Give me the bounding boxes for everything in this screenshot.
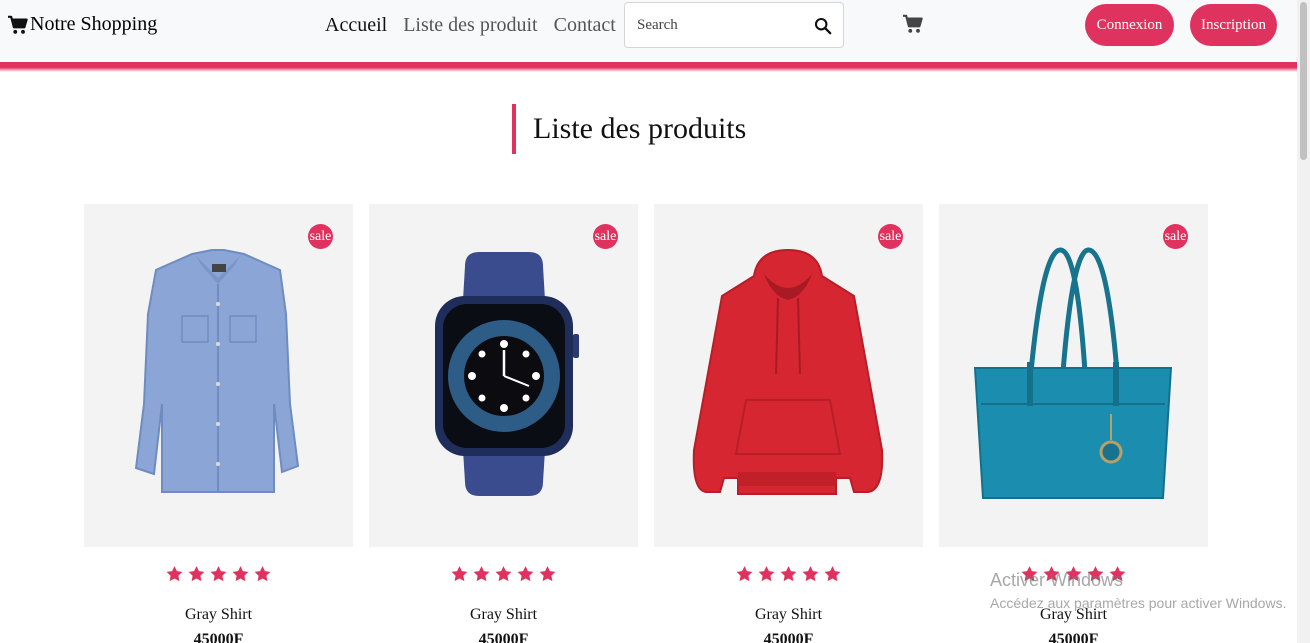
star-icon	[736, 566, 753, 582]
star-icon	[824, 566, 841, 582]
navbar: Notre Shopping Accueil Liste des produit…	[0, 0, 1297, 62]
nav-link-contact[interactable]: Contact	[554, 14, 616, 37]
star-rating	[654, 565, 923, 583]
teal-handbag-image	[973, 247, 1173, 499]
search-box	[624, 2, 844, 48]
product-name[interactable]: Gray Shirt	[369, 606, 638, 624]
product-card[interactable]: sale Gray Shirt 45000F	[84, 204, 353, 643]
product-image-box[interactable]: sale	[939, 204, 1208, 547]
smart-watch-image	[435, 252, 579, 496]
search-icon[interactable]	[814, 17, 832, 35]
star-icon	[254, 566, 271, 582]
search-input[interactable]	[637, 15, 807, 35]
blue-shirt-image	[134, 249, 300, 493]
nav-link-accueil[interactable]: Accueil	[325, 14, 387, 37]
star-rating	[369, 565, 638, 583]
scrollbar-thumb[interactable]	[1300, 2, 1307, 160]
brand-link[interactable]: Notre Shopping	[7, 13, 157, 36]
sale-badge: sale	[593, 224, 618, 249]
windows-activation-subtitle: Accédez aux paramètres pour activer Wind…	[990, 595, 1287, 611]
product-image-box[interactable]: sale	[369, 204, 638, 547]
product-card[interactable]: sale Gray Shirt 45000F	[369, 204, 638, 643]
star-icon	[758, 566, 775, 582]
login-button[interactable]: Connexion	[1085, 4, 1174, 46]
star-icon	[166, 566, 183, 582]
product-price: 45000F	[763, 631, 814, 643]
product-price: 45000F	[1048, 631, 1099, 643]
windows-activation-title: Activer Windows	[990, 570, 1124, 590]
product-price: 45000F	[193, 631, 244, 643]
star-icon	[210, 566, 227, 582]
nav-links: Accueil Liste des produit Contact	[325, 14, 616, 37]
nav-link-liste-des-produit[interactable]: Liste des produit	[403, 14, 537, 37]
product-image-box[interactable]: sale	[654, 204, 923, 547]
shopping-cart-icon[interactable]	[902, 14, 924, 34]
star-icon	[188, 566, 205, 582]
sale-badge: sale	[1163, 224, 1188, 249]
star-icon	[780, 566, 797, 582]
star-icon	[495, 566, 512, 582]
product-card[interactable]: sale Gray Shirt 45000F	[654, 204, 923, 643]
star-icon	[802, 566, 819, 582]
product-price: 45000F	[478, 631, 529, 643]
product-name[interactable]: Gray Shirt	[654, 606, 923, 624]
product-image-box[interactable]: sale	[84, 204, 353, 547]
star-icon	[517, 566, 534, 582]
star-icon	[539, 566, 556, 582]
star-rating	[84, 565, 353, 583]
product-name[interactable]: Gray Shirt	[84, 606, 353, 624]
navbar-accent-line	[0, 62, 1297, 72]
sale-badge: sale	[878, 224, 903, 249]
cart-icon	[8, 15, 28, 34]
star-icon	[451, 566, 468, 582]
brand-name: Notre Shopping	[30, 13, 158, 35]
register-button[interactable]: Inscription	[1190, 4, 1277, 46]
sale-badge: sale	[308, 224, 333, 249]
page-scrollbar[interactable]	[1297, 0, 1310, 643]
red-hoodie-image	[692, 248, 884, 495]
star-icon	[232, 566, 249, 582]
section-title: Liste des produits	[512, 104, 746, 154]
star-icon	[473, 566, 490, 582]
